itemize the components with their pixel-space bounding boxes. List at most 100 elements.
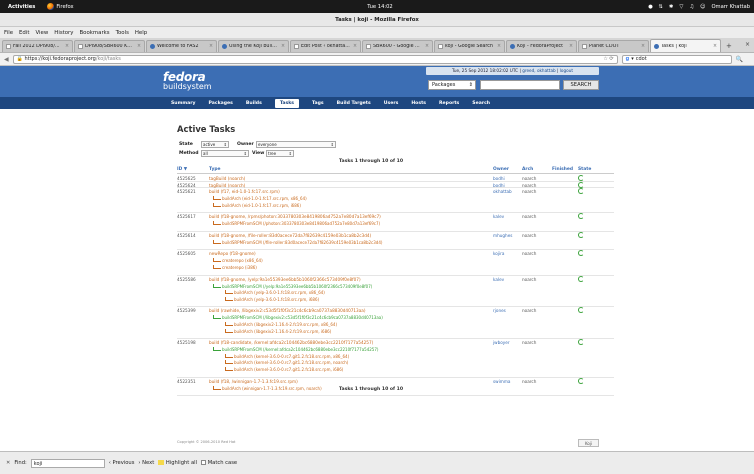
subtask-link[interactable]: buildArch (eid-1.0-1.fc17.src.rpm, x86_6… xyxy=(213,196,307,201)
all-tabs-icon[interactable]: × xyxy=(745,41,750,48)
tab-close-icon[interactable]: × xyxy=(497,44,501,49)
table-row[interactable]: 4525621 build (f17, eid-1.0-1.fc17.src.rp… xyxy=(177,188,614,214)
app-menu[interactable]: Firefox xyxy=(47,3,74,10)
subtask-link[interactable]: buildArch (yelp-3.6.0-1.fc18.src.rpm, x8… xyxy=(225,290,325,295)
koji-search-button[interactable]: SEARCH xyxy=(563,80,599,90)
menu-tools[interactable]: Tools xyxy=(116,30,129,36)
nav-summary[interactable]: Summary xyxy=(171,101,196,106)
task-type-link[interactable]: newRepo (f18-gnome) xyxy=(209,251,256,256)
task-type-link[interactable]: build (f18-gnome, /rpms/photon:303378030… xyxy=(209,214,381,219)
nav-search[interactable]: Search xyxy=(472,101,490,106)
task-type-link[interactable]: build (rawhide, /libgexiv2:c53d5f1f0f3c2… xyxy=(209,308,366,313)
task-id-link[interactable]: 4525605 xyxy=(177,251,196,256)
find-previous-button[interactable]: ‹ Previous xyxy=(109,460,135,466)
table-row[interactable]: 4525614 build (f18-gnome, /file-roller:83… xyxy=(177,231,614,251)
tab-close-icon[interactable]: × xyxy=(641,44,645,49)
subtask-link[interactable]: buildArch (eid-1.0-1.fc17.src.rpm, i686) xyxy=(213,202,301,208)
nav-hosts[interactable]: Hosts xyxy=(411,101,426,106)
user-link[interactable]: greed, okhattab xyxy=(522,68,555,73)
col-finished[interactable]: Finished xyxy=(552,167,573,172)
tab-close-icon[interactable]: × xyxy=(137,44,141,49)
task-id-link[interactable]: 4525198 xyxy=(177,340,196,345)
table-row[interactable]: 4525617 build (f18-gnome, /rpms/photon:30… xyxy=(177,213,614,232)
subtask-link[interactable]: buildArch (kernel-3.6.0-0.rc7.git1.2.fc1… xyxy=(225,360,348,365)
subtask-link[interactable]: buildArch (kernel-3.6.0-0.rc7.git1.2.fc1… xyxy=(225,366,343,372)
tab-4[interactable]: Using the Koji build... × xyxy=(218,40,289,52)
task-id-link[interactable]: 4525614 xyxy=(177,233,196,238)
task-owner-link[interactable]: rjones xyxy=(493,308,506,313)
match-case-checkbox[interactable]: Match case xyxy=(201,460,237,466)
subtask-link[interactable]: buildArch (yelp-3.6.0-1.fc18.src.rpm, i6… xyxy=(225,296,319,302)
subtask-link[interactable]: buildSRPMFromSCM (/file-roller:83d0acece… xyxy=(213,239,382,245)
tab-10[interactable]: Tasks | koji × xyxy=(650,39,721,52)
subtask-link[interactable]: buildArch (winnigan-1.7-1.3.fc19.src.rpm… xyxy=(213,385,322,391)
search-type-select[interactable]: Packages ⇕ xyxy=(428,80,476,90)
tab-1[interactable]: Fall 2012 DPI908/... × xyxy=(2,40,73,52)
subtask-link[interactable]: buildSRPMFromSCM (/kernel:afdca2c104462b… xyxy=(213,347,378,352)
task-owner-link[interactable]: bodhi xyxy=(493,176,505,181)
task-id-link[interactable]: 4522351 xyxy=(177,379,196,384)
task-type-link[interactable]: tagBuild (noarch) xyxy=(209,176,245,181)
table-row[interactable]: 4525605 newRepo (f18-gnome) kojira noarch cr… xyxy=(177,250,614,276)
tab-close-icon[interactable]: × xyxy=(209,44,213,49)
nav-builds[interactable]: Builds xyxy=(246,101,262,106)
task-owner-link[interactable]: mhughes xyxy=(493,233,512,238)
koji-logo[interactable]: fedora buildsystem xyxy=(163,70,212,91)
tab-7[interactable]: koji - Google Search × xyxy=(434,40,505,52)
tab-8[interactable]: Koji - FedoraProject × xyxy=(506,40,577,52)
new-tab-button[interactable]: + xyxy=(726,40,732,52)
task-id-link[interactable]: 4525586 xyxy=(177,277,196,282)
bluetooth-icon[interactable]: ✱ xyxy=(669,4,673,10)
subtask-link[interactable]: buildSRPMFromSCM (/libgexiv2:c53d5f1f0f3… xyxy=(213,315,383,320)
menu-edit[interactable]: Edit xyxy=(19,30,29,36)
table-row[interactable]: 4525198 build (f18-candidate, /kernel:afd… xyxy=(177,339,614,378)
nav-users[interactable]: Users xyxy=(384,101,399,106)
find-next-button[interactable]: › Next xyxy=(138,460,154,466)
tab-6[interactable]: SBR600 - Google ... × xyxy=(362,40,433,52)
logout-link[interactable]: logout xyxy=(560,68,573,73)
menu-help[interactable]: Help xyxy=(135,30,147,36)
find-input[interactable]: koji xyxy=(30,458,105,468)
search-bar[interactable]: g ▾ cdot xyxy=(621,54,732,64)
tab-5[interactable]: Edit Post ‹ okhatta... × xyxy=(290,40,361,52)
table-row[interactable]: 4525399 build (rawhide, /libgexiv2:c53d5f… xyxy=(177,307,614,340)
subtask-link[interactable]: buildSRPMFromSCM (/photon:3033780303e841… xyxy=(213,221,380,226)
subtask-link[interactable]: createrepo (x86_64) xyxy=(213,258,263,263)
col-id[interactable]: ID ▼ xyxy=(177,167,187,172)
task-type-link[interactable]: build (f18-candidate, /kernel:afdca2c104… xyxy=(209,340,373,345)
tab-close-icon[interactable]: × xyxy=(569,44,573,49)
subtask-link[interactable]: buildArch (libgexiv2-1.16.4-2.fc19.src.r… xyxy=(225,328,331,334)
wifi-icon[interactable]: ▽ xyxy=(679,4,683,10)
task-owner-link[interactable]: kalev xyxy=(493,277,504,282)
close-find-bar-icon[interactable]: ✕ xyxy=(6,460,10,466)
subtask-link[interactable]: createrepo (i386) xyxy=(213,264,257,270)
subtask-link[interactable]: buildArch (libgexiv2-1.16.4-2.fc19.src.r… xyxy=(225,321,337,327)
method-select[interactable]: all ⇕ xyxy=(201,150,249,157)
subtask-link[interactable]: buildSRPMFromSCM (/yelp:9a1e55393ee6bb5b… xyxy=(213,283,372,289)
tab-3[interactable]: Welcome to FAS2 × xyxy=(146,40,217,52)
tab-9[interactable]: Planet CDOT × xyxy=(578,40,649,52)
menu-view[interactable]: View xyxy=(35,30,48,36)
tab-close-icon[interactable]: × xyxy=(353,44,357,49)
network-icon[interactable]: ⇅ xyxy=(659,4,663,10)
task-type-link[interactable]: build (f18-gnome, /file-roller:83d0acece… xyxy=(209,233,371,238)
tab-close-icon[interactable]: × xyxy=(65,44,69,49)
task-type-link[interactable]: build (f17, eid-1.0-1.fc17.src.rpm) xyxy=(209,189,280,194)
google-icon[interactable]: g xyxy=(626,56,630,62)
task-id-link[interactable]: 4525617 xyxy=(177,214,196,219)
clock[interactable]: Tue 14:02 xyxy=(340,4,420,10)
menu-file[interactable]: File xyxy=(4,30,13,36)
accessibility-icon[interactable]: ● xyxy=(648,4,653,10)
search-dropdown-icon[interactable]: ▾ xyxy=(631,56,634,62)
nav-tags[interactable]: Tags xyxy=(312,101,324,106)
task-type-link[interactable]: build (f18-gnome, /yelp:9a1e55393ee6bb5b… xyxy=(209,277,361,282)
owner-select[interactable]: everyone ⇕ xyxy=(256,141,336,148)
search-magnifier-icon[interactable]: 🔍 xyxy=(736,56,743,63)
activities-button[interactable]: Activities xyxy=(8,4,35,10)
menu-bookmarks[interactable]: Bookmarks xyxy=(79,30,109,36)
col-state[interactable]: State xyxy=(578,167,591,172)
task-owner-link[interactable]: swimma xyxy=(493,379,511,384)
task-type-link[interactable]: tagBuild (noarch) xyxy=(209,183,245,188)
nav-packages[interactable]: Packages xyxy=(209,101,233,106)
col-type[interactable]: Type xyxy=(209,167,220,172)
